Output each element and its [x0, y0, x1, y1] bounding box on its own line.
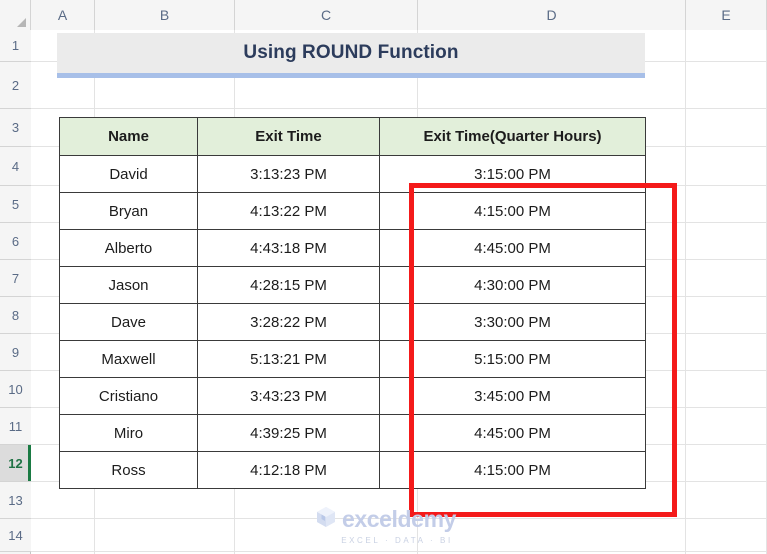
cell-name[interactable]: Alberto [59, 229, 198, 267]
cell-exit-time[interactable]: 4:12:18 PM [197, 451, 380, 489]
cell-exit-time[interactable]: 3:13:23 PM [197, 155, 380, 193]
cell-name[interactable]: Bryan [59, 192, 198, 230]
cell-quarter-hours[interactable]: 4:15:00 PM [379, 451, 646, 489]
cell-exit-time[interactable]: 4:28:15 PM [197, 266, 380, 304]
cell-name[interactable]: Cristiano [59, 377, 198, 415]
page-title: Using ROUND Function [243, 42, 459, 63]
cell-name[interactable]: Miro [59, 414, 198, 452]
cell-name[interactable]: Ross [59, 451, 198, 489]
table-row[interactable]: Jason 4:28:15 PM 4:30:00 PM [59, 266, 646, 304]
column-header-exit-time[interactable]: Exit Time [197, 117, 380, 156]
gridline-horizontal [31, 551, 767, 552]
row-header-10[interactable]: 10 [0, 371, 31, 408]
cell-exit-time[interactable]: 4:43:18 PM [197, 229, 380, 267]
row-header-6[interactable]: 6 [0, 223, 31, 260]
select-all-button[interactable] [0, 0, 31, 30]
row-header-9[interactable]: 9 [0, 334, 31, 371]
row-header-3[interactable]: 3 [0, 109, 31, 147]
row-header-2[interactable]: 2 [0, 62, 31, 109]
cell-quarter-hours[interactable]: 4:30:00 PM [379, 266, 646, 304]
cell-exit-time[interactable]: 3:28:22 PM [197, 303, 380, 341]
row-header-12[interactable]: 12 [0, 445, 31, 482]
cell-quarter-hours[interactable]: 5:15:00 PM [379, 340, 646, 378]
gridline-vertical [685, 30, 686, 554]
row-header-13[interactable]: 13 [0, 482, 31, 519]
column-header-a[interactable]: A [31, 0, 95, 30]
row-header-column: 1 2 3 4 5 6 7 8 9 10 11 12 13 14 [0, 30, 31, 554]
select-all-triangle-icon [17, 18, 26, 27]
column-header-d[interactable]: D [418, 0, 686, 30]
table-header-row: Name Exit Time Exit Time(Quarter Hours) [59, 117, 646, 156]
row-header-1[interactable]: 1 [0, 30, 31, 62]
column-header-row: ABCDE [0, 0, 767, 30]
gridline-horizontal [31, 518, 767, 519]
row-header-5[interactable]: 5 [0, 186, 31, 223]
cell-exit-time[interactable]: 3:43:23 PM [197, 377, 380, 415]
cell-exit-time[interactable]: 5:13:21 PM [197, 340, 380, 378]
table-row[interactable]: Maxwell 5:13:21 PM 5:15:00 PM [59, 340, 646, 378]
table-row[interactable]: David 3:13:23 PM 3:15:00 PM [59, 155, 646, 193]
cell-quarter-hours[interactable]: 3:30:00 PM [379, 303, 646, 341]
column-header-b[interactable]: B [95, 0, 235, 30]
table-row[interactable]: Ross 4:12:18 PM 4:15:00 PM [59, 451, 646, 489]
row-header-7[interactable]: 7 [0, 260, 31, 297]
cell-name[interactable]: David [59, 155, 198, 193]
column-header-e[interactable]: E [686, 0, 767, 30]
column-header-c[interactable]: C [235, 0, 418, 30]
column-header-name[interactable]: Name [59, 117, 198, 156]
column-header-quarter-hours[interactable]: Exit Time(Quarter Hours) [379, 117, 646, 156]
row-header-4[interactable]: 4 [0, 147, 31, 186]
table-body: David 3:13:23 PM 3:15:00 PM Bryan 4:13:22 PM… [59, 155, 646, 489]
row-headers: 1 2 3 4 5 6 7 8 9 10 11 12 13 14 [0, 30, 31, 552]
cell-exit-time[interactable]: 4:13:22 PM [197, 192, 380, 230]
table-row[interactable]: Miro 4:39:25 PM 4:45:00 PM [59, 414, 646, 452]
gridline-horizontal [31, 108, 767, 109]
table-row[interactable]: Cristiano 3:43:23 PM 3:45:00 PM [59, 377, 646, 415]
column-headers: ABCDE [31, 0, 767, 30]
cell-name[interactable]: Dave [59, 303, 198, 341]
spreadsheet-grid: ABCDE 1 2 3 4 5 6 7 8 9 10 11 12 13 14 Using ROUND Fu… [0, 0, 767, 554]
cell-quarter-hours[interactable]: 4:15:00 PM [379, 192, 646, 230]
cell-quarter-hours[interactable]: 3:45:00 PM [379, 377, 646, 415]
cell-exit-time[interactable]: 4:39:25 PM [197, 414, 380, 452]
row-header-11[interactable]: 11 [0, 408, 31, 445]
data-table[interactable]: Name Exit Time Exit Time(Quarter Hours) … [59, 117, 646, 489]
row-header-8[interactable]: 8 [0, 297, 31, 334]
table-row[interactable]: Dave 3:28:22 PM 3:30:00 PM [59, 303, 646, 341]
title-banner[interactable]: Using ROUND Function [57, 33, 645, 78]
table-row[interactable]: Alberto 4:43:18 PM 4:45:00 PM [59, 229, 646, 267]
cell-name[interactable]: Jason [59, 266, 198, 304]
row-header-14[interactable]: 14 [0, 519, 31, 552]
cell-name[interactable]: Maxwell [59, 340, 198, 378]
cell-quarter-hours[interactable]: 3:15:00 PM [379, 155, 646, 193]
cell-quarter-hours[interactable]: 4:45:00 PM [379, 229, 646, 267]
cell-quarter-hours[interactable]: 4:45:00 PM [379, 414, 646, 452]
table-row[interactable]: Bryan 4:13:22 PM 4:15:00 PM [59, 192, 646, 230]
